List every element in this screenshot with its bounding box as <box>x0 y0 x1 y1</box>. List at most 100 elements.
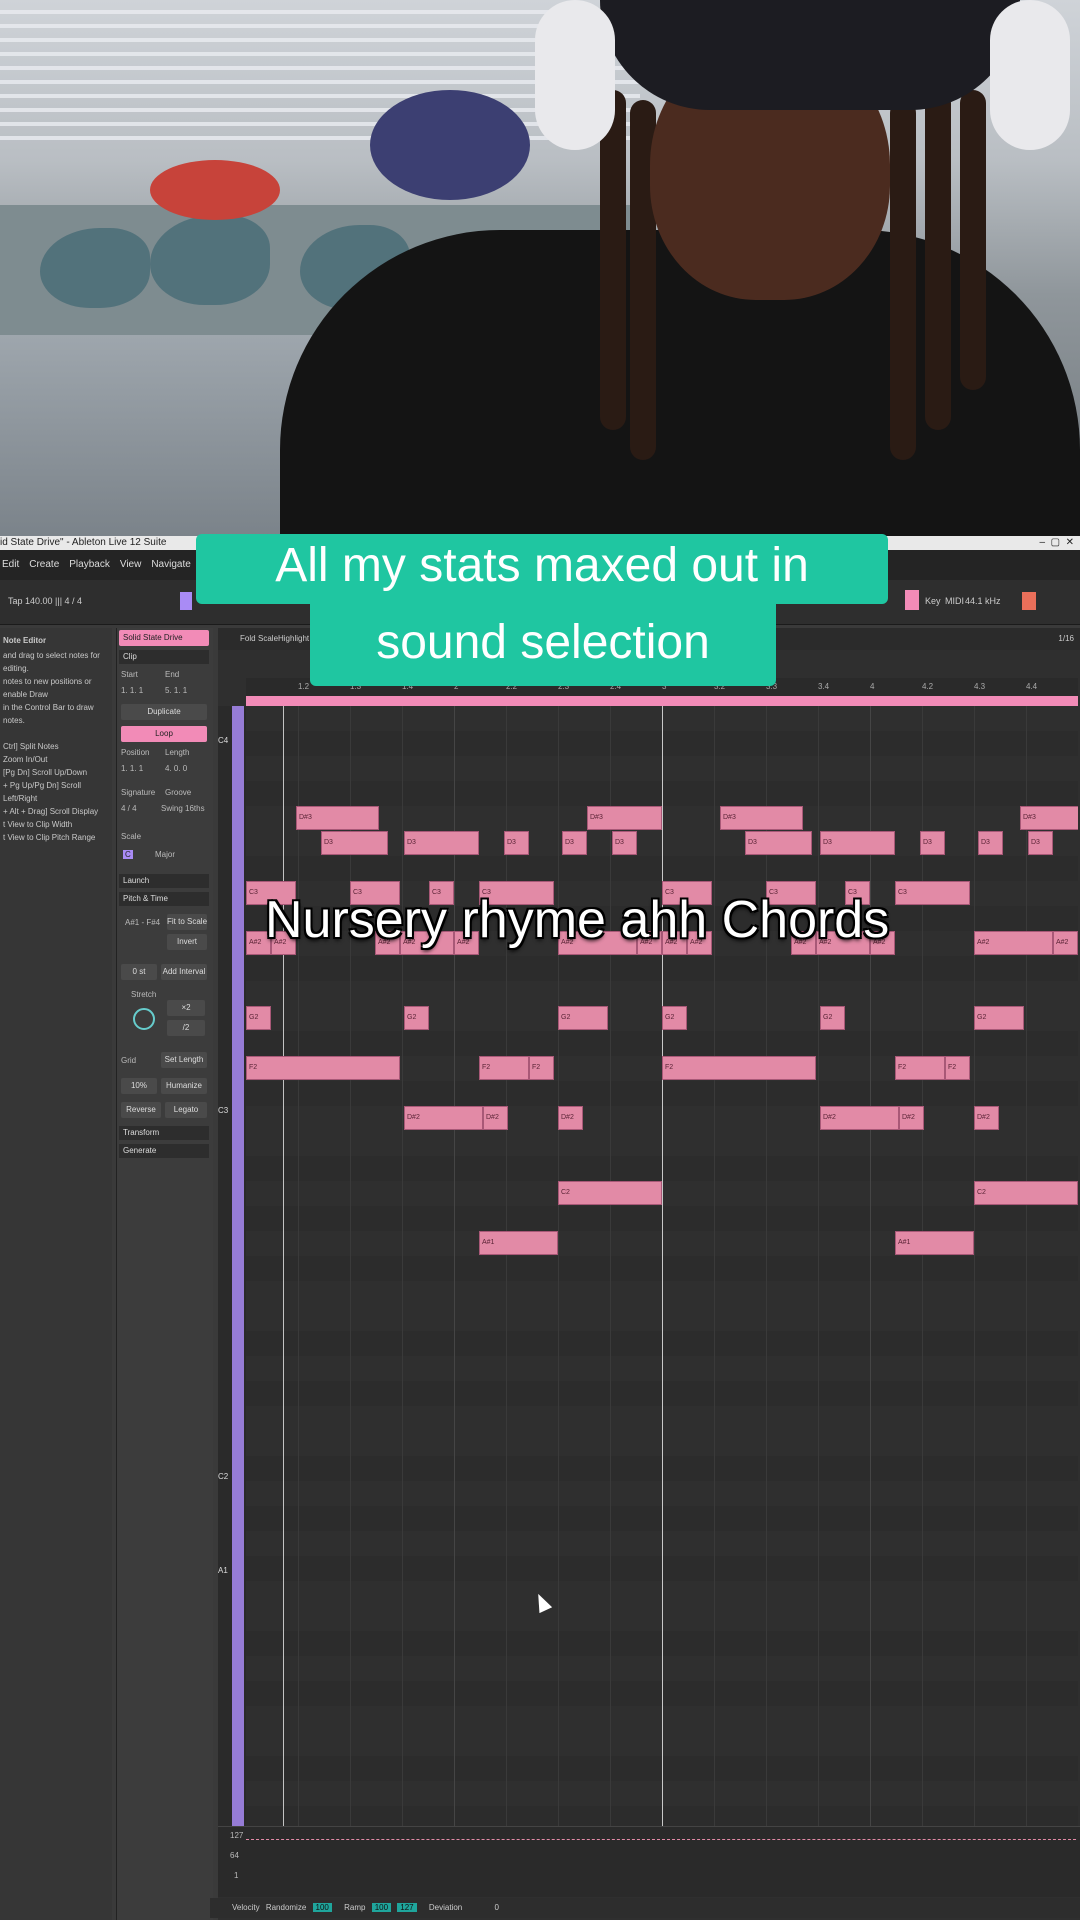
set-length-button[interactable]: Set Length <box>161 1052 207 1068</box>
midi-note[interactable]: D#3 <box>587 806 662 830</box>
clip-name[interactable]: Solid State Drive <box>119 630 209 646</box>
midi-note[interactable]: A#1 <box>479 1231 558 1255</box>
menu-item-playback[interactable]: Playback <box>69 559 110 570</box>
midi-note[interactable]: G2 <box>974 1006 1024 1030</box>
midi-note[interactable]: A#1 <box>895 1231 974 1255</box>
stretch-knob[interactable] <box>133 1008 155 1030</box>
midi-note[interactable]: D3 <box>321 831 388 855</box>
midi-note[interactable]: D3 <box>612 831 637 855</box>
midi-note[interactable]: F2 <box>529 1056 554 1080</box>
add-interval-button[interactable]: Add Interval <box>161 964 207 980</box>
info-line: [Pg Dn] Scroll Up/Down <box>3 768 88 777</box>
grid-setting[interactable]: 1/16 <box>1058 634 1074 643</box>
end-value[interactable]: 5. 1. 1 <box>165 686 187 695</box>
menu-item-navigate[interactable]: Navigate <box>151 559 190 570</box>
midi-note[interactable]: D#3 <box>720 806 803 830</box>
plush-toy <box>370 90 530 200</box>
menu-item-create[interactable]: Create <box>29 559 59 570</box>
midi-note[interactable]: G2 <box>662 1006 687 1030</box>
grid-line <box>402 706 403 1826</box>
scale-root[interactable]: C <box>123 850 133 859</box>
midi-note[interactable]: F2 <box>895 1056 945 1080</box>
midi-note[interactable]: A#2 <box>1053 931 1078 955</box>
loop-button[interactable]: Loop <box>121 726 207 742</box>
midi-note[interactable]: C3 <box>895 881 970 905</box>
grid-line <box>558 706 559 1826</box>
groove-value[interactable]: Swing 16ths <box>161 804 205 813</box>
loop-brace[interactable] <box>246 696 1078 706</box>
midi-note[interactable]: D#2 <box>558 1106 583 1130</box>
ramp-start[interactable]: 100 <box>371 1903 392 1912</box>
midi-note[interactable]: D3 <box>745 831 812 855</box>
deviation-value[interactable]: 0 <box>494 1903 498 1912</box>
highlight-button[interactable]: Highlight <box>278 634 309 643</box>
midi-note[interactable]: C2 <box>558 1181 662 1205</box>
grid-label[interactable]: Grid <box>121 1056 136 1065</box>
midi-note[interactable]: A#2 <box>974 931 1053 955</box>
velocity-lane[interactable]: 127 64 1 <box>218 1826 1080 1897</box>
window-controls[interactable]: – ▢ ✕ <box>1039 536 1074 550</box>
midi-note[interactable]: D#3 <box>1020 806 1078 830</box>
midi-note[interactable]: D#2 <box>483 1106 508 1130</box>
duplicate-button[interactable]: Duplicate <box>121 704 207 720</box>
midi-note[interactable]: G2 <box>820 1006 845 1030</box>
menu-item-edit[interactable]: Edit <box>2 559 19 570</box>
midi-note[interactable]: D#2 <box>820 1106 899 1130</box>
midi-button[interactable]: MIDI <box>945 596 964 606</box>
fit-to-scale-button[interactable]: Fit to Scale <box>167 914 207 930</box>
record-icon[interactable] <box>905 590 919 610</box>
midi-note[interactable]: D3 <box>404 831 479 855</box>
midi-note[interactable]: D#3 <box>296 806 379 830</box>
midi-note[interactable]: D3 <box>920 831 945 855</box>
midi-note[interactable]: G2 <box>404 1006 429 1030</box>
start-value[interactable]: 1. 1. 1 <box>121 686 143 695</box>
signature-value[interactable]: 4 / 4 <box>121 804 137 813</box>
midi-note[interactable]: F2 <box>662 1056 816 1080</box>
fold-button[interactable]: Fold <box>240 634 256 643</box>
pitch-time-section[interactable]: Pitch & Time <box>119 892 209 906</box>
midi-note[interactable]: D3 <box>1028 831 1053 855</box>
legato-button[interactable]: Legato <box>165 1102 207 1118</box>
humanize-button[interactable]: Humanize <box>161 1078 207 1094</box>
status-bar: Velocity Randomize 100 Ramp 100 127 Devi… <box>210 1898 1080 1918</box>
humanize-amount[interactable]: 10% <box>121 1078 157 1094</box>
piano-keys[interactable]: C4 C3 C2 A1 <box>218 706 246 1826</box>
invert-button[interactable]: Invert <box>167 934 207 950</box>
midi-note[interactable]: G2 <box>246 1006 271 1030</box>
position-value[interactable]: 1. 1. 1 <box>121 764 143 773</box>
note-grid[interactable]: D#3 D#3 D#3 D#3 D3 D3 D3 D3 D3 D3 D3 D3 D3 D3 C3 C3 C3 C3… <box>246 706 1078 1826</box>
key-button[interactable]: Key <box>925 596 941 606</box>
generate-section[interactable]: Generate <box>119 1144 209 1158</box>
stretch-double-button[interactable]: ×2 <box>167 1000 205 1016</box>
midi-note[interactable]: G2 <box>558 1006 608 1030</box>
stretch-half-button[interactable]: /2 <box>167 1020 205 1036</box>
transform-section[interactable]: Transform <box>119 1126 209 1140</box>
midi-note[interactable]: F2 <box>945 1056 970 1080</box>
velocity-1: 1 <box>234 1871 239 1880</box>
reverse-button[interactable]: Reverse <box>121 1102 161 1118</box>
midi-note[interactable]: D3 <box>820 831 895 855</box>
scale-mode[interactable]: Major <box>155 850 175 859</box>
length-value[interactable]: 4. 0. 0 <box>165 764 187 773</box>
midi-note[interactable]: F2 <box>246 1056 400 1080</box>
key-label-c2: C2 <box>218 1472 229 1481</box>
metronome-icon[interactable] <box>180 592 192 610</box>
midi-note[interactable]: D#2 <box>899 1106 924 1130</box>
menu-item-view[interactable]: View <box>120 559 142 570</box>
transpose-value[interactable]: 0 st <box>121 964 157 980</box>
midi-note[interactable]: C2 <box>974 1181 1078 1205</box>
midi-note[interactable]: D#2 <box>404 1106 483 1130</box>
launch-section[interactable]: Launch <box>119 874 209 888</box>
tempo-display[interactable]: Tap 140.00 ||| 4 / 4 <box>8 596 82 606</box>
ruler-label: 1.2 <box>298 682 310 691</box>
midi-note[interactable]: D3 <box>562 831 587 855</box>
scale-button[interactable]: Scale <box>258 634 278 643</box>
clip-section[interactable]: Clip <box>119 650 209 664</box>
midi-note[interactable]: D#2 <box>974 1106 999 1130</box>
midi-note[interactable]: D3 <box>978 831 1003 855</box>
ramp-end[interactable]: 127 <box>397 1903 417 1912</box>
overlay-caption: Nursery rhyme ahh Chords <box>265 891 890 949</box>
midi-note[interactable]: F2 <box>479 1056 529 1080</box>
midi-note[interactable]: D3 <box>504 831 529 855</box>
randomize-value[interactable]: 100 <box>312 1903 332 1912</box>
